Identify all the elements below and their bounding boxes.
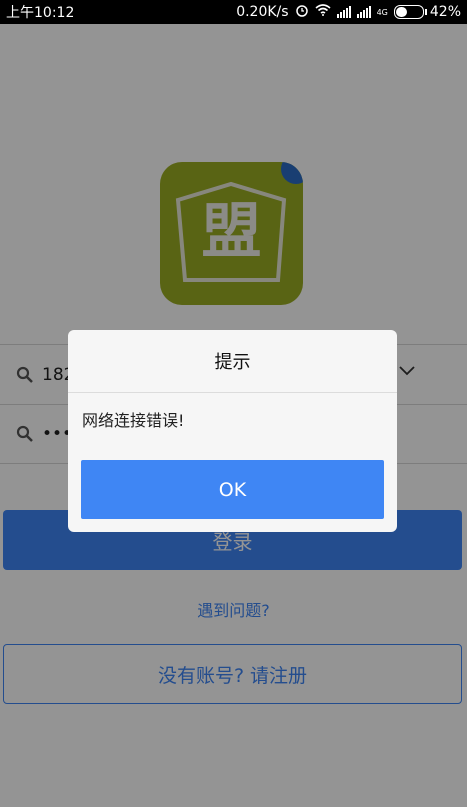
- network-speed: 0.20K/s: [236, 4, 289, 20]
- status-icons: 0.20K/s 4G 42%: [236, 3, 461, 21]
- status-bar: 上午10:12 0.20K/s 4G 42%: [0, 0, 467, 24]
- battery-icon: [393, 5, 427, 19]
- network-type: 4G: [376, 7, 388, 17]
- dialog-title: 提示: [68, 330, 397, 393]
- dialog-message: 网络连接错误!: [82, 411, 185, 430]
- alarm-icon: [295, 3, 309, 21]
- wifi-icon: [315, 4, 331, 20]
- status-time: 上午10:12: [6, 5, 75, 21]
- signal-icon: [336, 6, 351, 18]
- alert-dialog: 提示 网络连接错误! OK: [68, 330, 397, 532]
- signal-icon-2: [356, 6, 371, 18]
- ok-button[interactable]: OK: [81, 460, 384, 519]
- battery-percent: 42%: [429, 4, 461, 20]
